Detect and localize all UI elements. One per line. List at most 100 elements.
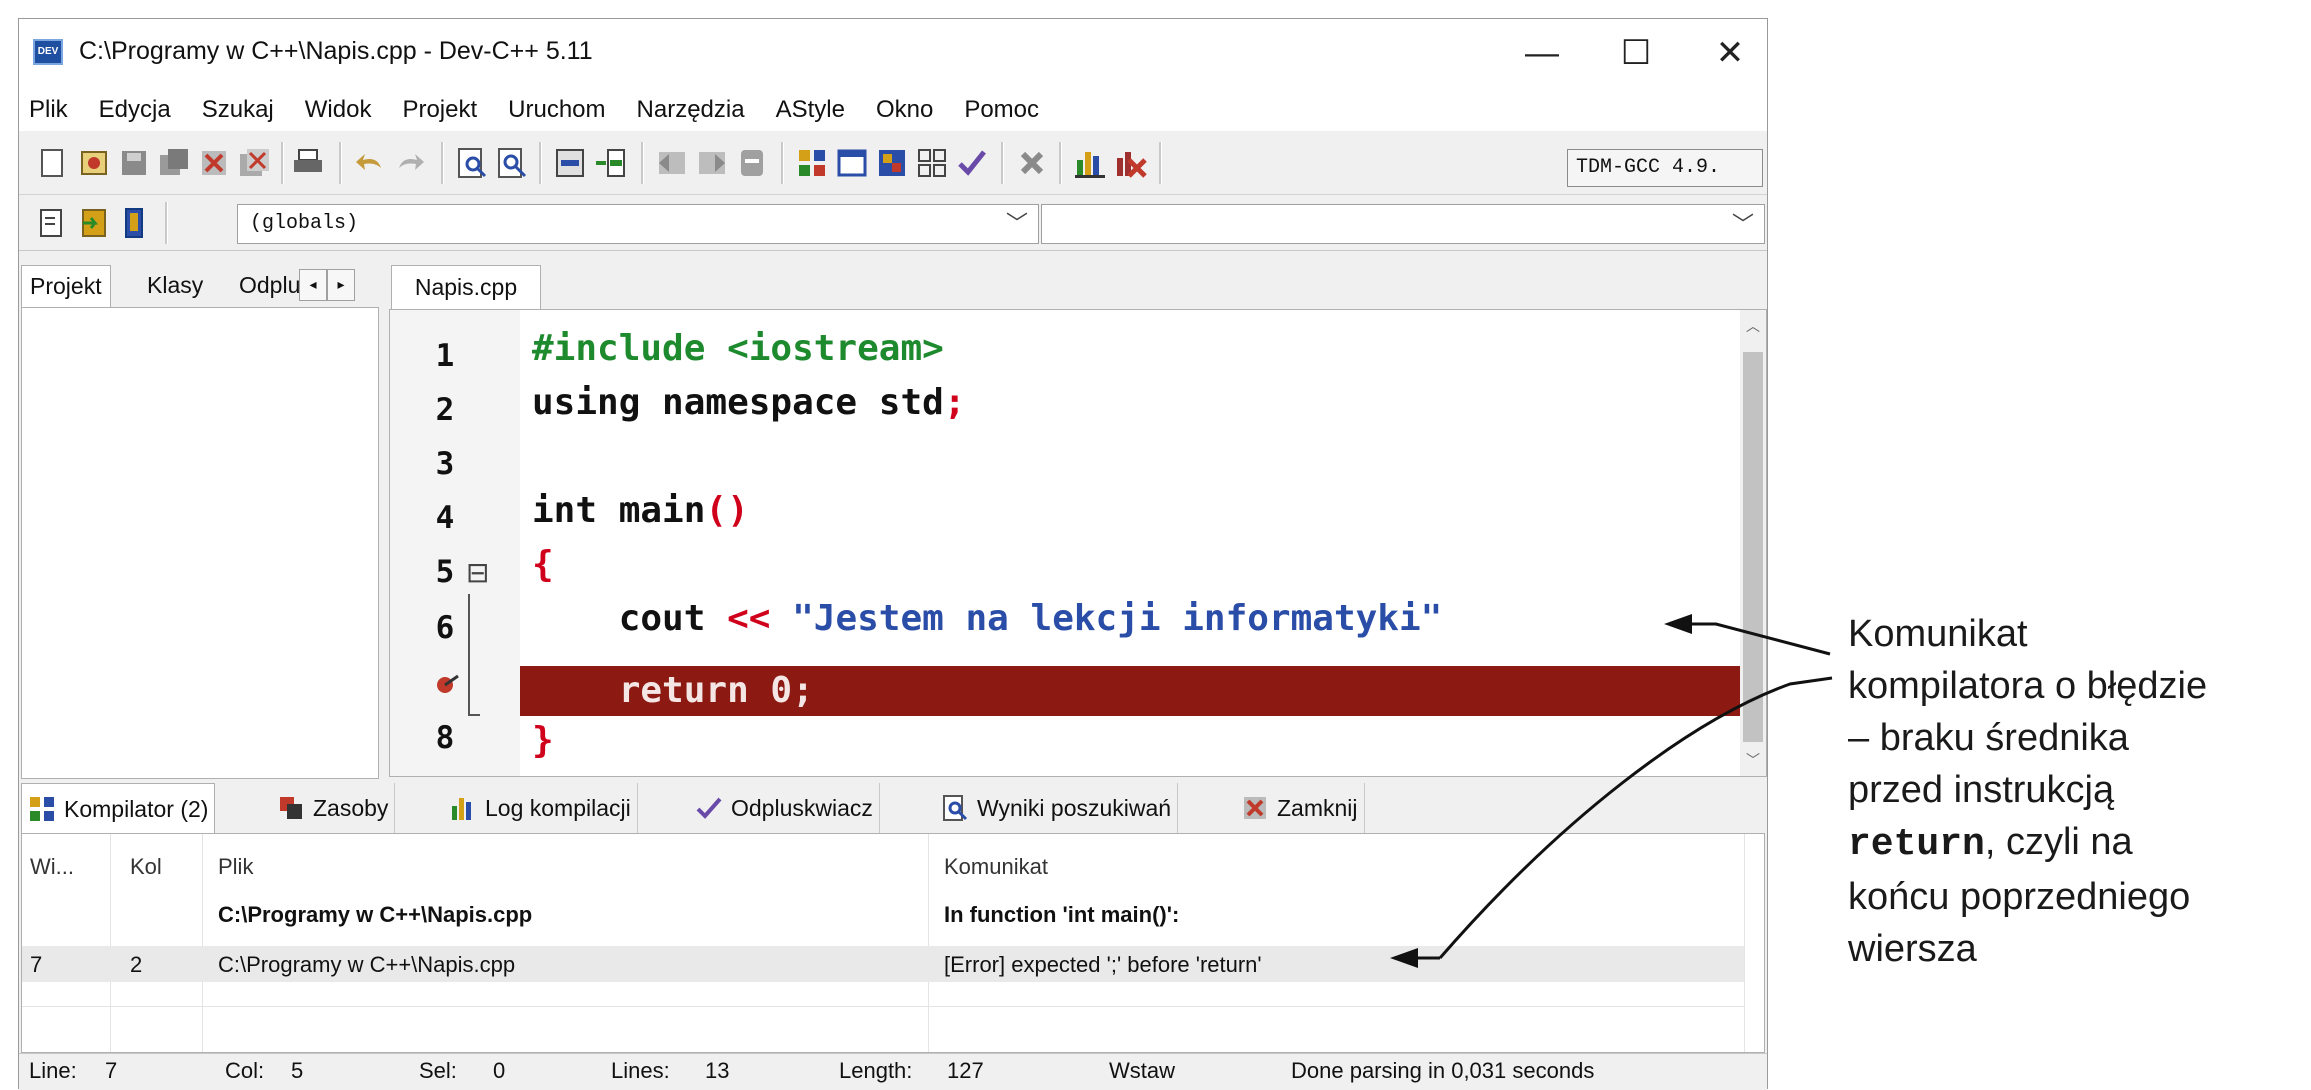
error-marker-icon xyxy=(437,674,459,693)
scroll-up-icon[interactable]: ︿ xyxy=(1746,316,1760,336)
tab-log-kompilacji[interactable]: Log kompilacji xyxy=(443,783,638,833)
menu-uruchom[interactable]: Uruchom xyxy=(508,96,605,124)
tab-scroll-left-icon[interactable]: ◂ xyxy=(299,269,327,301)
compiler-messages-table[interactable]: Wi... Kol Plik Komunikat C:\Programy w C… xyxy=(21,833,1765,1053)
annotation-line: Komunikat xyxy=(1848,613,2028,655)
tab-label: Kompilator (2) xyxy=(64,796,209,822)
indent-icon[interactable] xyxy=(695,146,729,180)
menu-widok[interactable]: Widok xyxy=(305,96,372,124)
compile-icon[interactable] xyxy=(875,146,909,180)
code-line-8: } xyxy=(532,716,554,766)
tab-kompilator[interactable]: Kompilator (2) xyxy=(21,783,216,834)
profile-chart-icon[interactable] xyxy=(1073,146,1107,180)
menu-pomoc[interactable]: Pomoc xyxy=(964,96,1039,124)
menu-edycja[interactable]: Edycja xyxy=(99,96,171,124)
tab-projekt[interactable]: Projekt xyxy=(21,265,111,308)
code-line-1: #include <iostream> xyxy=(532,324,944,374)
column-header-line[interactable]: Wi... xyxy=(30,854,74,880)
tab-klasy[interactable]: Klasy xyxy=(139,265,211,307)
column-header-message[interactable]: Komunikat xyxy=(944,854,1048,880)
new-file-icon[interactable] xyxy=(35,146,69,180)
new-window-icon[interactable] xyxy=(835,146,869,180)
save-icon[interactable] xyxy=(117,146,151,180)
project-layout-icon[interactable] xyxy=(795,146,829,180)
tab-odpluskwiacz[interactable]: Odpluskwiacz xyxy=(689,783,880,833)
tab-zasoby[interactable]: Zasoby xyxy=(271,783,396,833)
tab-wyniki-poszukiwan[interactable]: Wyniki poszukiwań xyxy=(935,783,1179,833)
status-sel-value: 0 xyxy=(493,1058,506,1083)
goto-line-icon[interactable] xyxy=(553,146,587,180)
column-header-col[interactable]: Kol xyxy=(130,854,162,880)
indent-back-icon[interactable] xyxy=(655,146,689,180)
goto-icon[interactable] xyxy=(593,146,627,180)
check-icon[interactable] xyxy=(955,146,989,180)
tab-label: Zamknij xyxy=(1277,795,1358,821)
table-row-selected[interactable]: 7 2 C:\Programy w C++\Napis.cpp [Error] … xyxy=(22,946,1744,982)
scope-select[interactable]: (globals) ﹀ xyxy=(237,204,1039,244)
main-toolbar: TDM-GCC 4.9. xyxy=(19,131,1767,195)
menu-projekt[interactable]: Projekt xyxy=(402,96,477,124)
menu-okno[interactable]: Okno xyxy=(876,96,933,124)
print-icon[interactable] xyxy=(291,146,325,180)
annotation-line: wiersza xyxy=(1848,928,1977,970)
annotation-text-part: , czyli na xyxy=(1984,821,2133,863)
menu-szukaj[interactable]: Szukaj xyxy=(202,96,274,124)
check-icon xyxy=(696,797,722,819)
title-bar: DEV C:\Programy w C++\Napis.cpp - Dev-C+… xyxy=(19,19,1767,89)
fold-collapse-icon[interactable]: ⊟ xyxy=(466,556,489,589)
editor-tab-napis[interactable]: Napis.cpp xyxy=(391,265,541,309)
menu-astyle[interactable]: AStyle xyxy=(776,96,845,124)
redo-icon[interactable] xyxy=(393,146,427,180)
column-header-file[interactable]: Plik xyxy=(218,854,253,880)
replace-icon[interactable] xyxy=(495,146,529,180)
find-icon[interactable] xyxy=(455,146,489,180)
code-line-4: int main() xyxy=(532,486,749,536)
tab-label: Zasoby xyxy=(313,795,389,821)
close-all-icon[interactable] xyxy=(237,146,271,180)
run-icon[interactable] xyxy=(915,146,949,180)
table-row[interactable]: C:\Programy w C++\Napis.cpp In function … xyxy=(22,896,1744,934)
save-all-icon[interactable] xyxy=(157,146,191,180)
tab-scroll-right-icon[interactable]: ▸ xyxy=(327,269,355,301)
secondary-toolbar: (globals) ﹀ ﹀ xyxy=(19,195,1767,251)
insert-icon[interactable] xyxy=(35,206,69,240)
close-file-icon[interactable] xyxy=(197,146,231,180)
line-number: 5 xyxy=(435,554,455,590)
editor-scrollbar[interactable]: ︿ ﹀ xyxy=(1740,310,1766,776)
code-editor[interactable]: 1 2 3 4 5 6 8 ⊟ #include <iostream> usin… xyxy=(389,309,1767,777)
tab-label: Wyniki poszukiwań xyxy=(977,795,1172,821)
code-text: } xyxy=(532,720,554,761)
status-line-label: Line: xyxy=(29,1058,77,1083)
annotation-line: – braku średnika xyxy=(1848,717,2129,759)
code-line-7: return 0; xyxy=(532,670,814,711)
bottom-panel-tabs: Kompilator (2) Zasoby Log kompilacji Odp… xyxy=(19,783,1767,834)
maximize-button[interactable]: ☐ xyxy=(1601,29,1671,79)
open-file-icon[interactable] xyxy=(77,146,111,180)
left-panel-tabs: Projekt Klasy Odpluskwiacz ◂ ▸ xyxy=(19,265,379,308)
row-divider xyxy=(22,1006,1744,1007)
annotation-text: Komunikat kompilatora o błędzie – braku … xyxy=(1848,608,2308,975)
undo-icon[interactable] xyxy=(353,146,387,180)
tab-odpluskwiacz[interactable]: Odpluskwiacz xyxy=(231,265,307,307)
minimize-button[interactable]: — xyxy=(1507,29,1577,79)
function-select[interactable]: ﹀ xyxy=(1041,204,1765,244)
scroll-thumb[interactable] xyxy=(1743,352,1763,742)
fold-line xyxy=(468,594,470,714)
chevron-down-icon: ﹀ xyxy=(1731,212,1754,237)
stop-icon[interactable] xyxy=(1015,146,1049,180)
tab-zamknij[interactable]: Zamknij xyxy=(1235,783,1365,833)
close-button[interactable]: ✕ xyxy=(1695,29,1765,79)
menu-plik[interactable]: Plik xyxy=(29,96,68,124)
compiler-select[interactable]: TDM-GCC 4.9. xyxy=(1567,149,1763,187)
annotation-line: return, czyli na xyxy=(1848,816,2308,871)
code-line-5: { xyxy=(532,540,554,590)
menu-narzedzia[interactable]: Narzędzia xyxy=(637,96,745,124)
scroll-down-icon[interactable]: ﹀ xyxy=(1746,750,1760,770)
toggle-bookmark-icon[interactable] xyxy=(77,206,111,240)
code-text: using namespace std xyxy=(532,382,944,423)
delete-profile-icon[interactable] xyxy=(1113,146,1147,180)
project-tree[interactable] xyxy=(21,307,379,779)
code-text: #include <iostream> xyxy=(532,328,944,369)
goto-bookmark-icon[interactable] xyxy=(117,206,151,240)
toggle-comment-icon[interactable] xyxy=(735,146,769,180)
